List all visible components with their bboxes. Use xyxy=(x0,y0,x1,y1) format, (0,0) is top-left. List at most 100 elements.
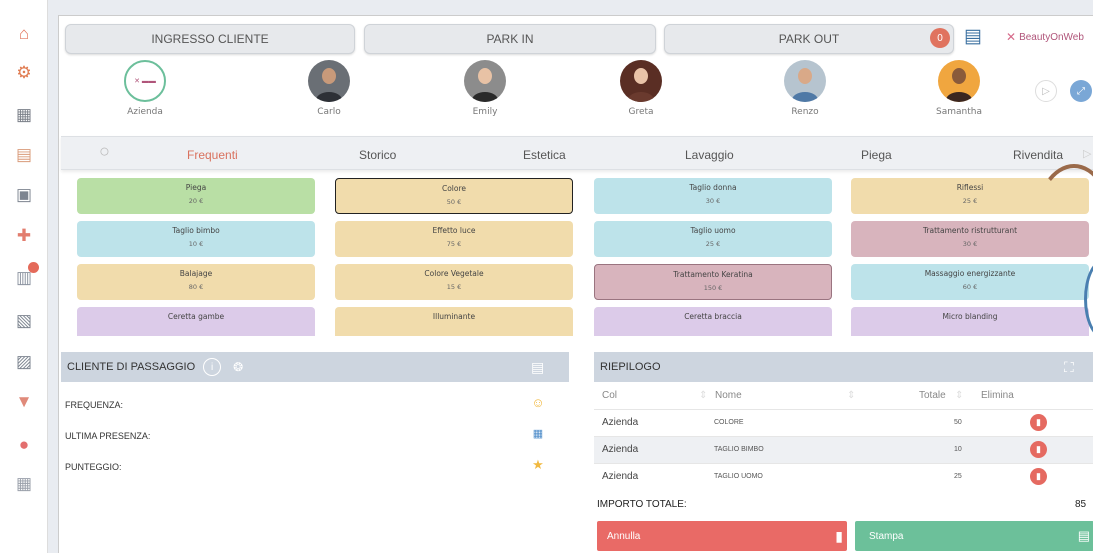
support-icon[interactable]: ❂ xyxy=(233,360,243,374)
clipboard-icon[interactable]: ▤ xyxy=(531,359,544,376)
service-tile[interactable]: Taglio uomo 25 € xyxy=(594,221,832,257)
cliente-panel-header: CLIENTE DI PASSAGGIO i ❂ ▤ xyxy=(61,352,569,382)
staff-next-button[interactable]: ▷ xyxy=(1035,80,1057,102)
tab-lavaggio[interactable]: Lavaggio xyxy=(685,148,734,162)
main-panel: INGRESSO CLIENTE PARK IN PARK OUT 0 ▤ ✕ B… xyxy=(58,15,1093,553)
tab-estetica[interactable]: Estetica xyxy=(523,148,566,162)
cash-register-icon[interactable]: ▤ xyxy=(961,25,985,49)
stampa-button[interactable]: Stampa ▤ xyxy=(855,521,1093,551)
avatar: ✕ ▬▬ xyxy=(124,60,166,102)
ultima-presenza-label: ULTIMA PRESENZA: xyxy=(65,431,151,441)
star-icon: ★ xyxy=(532,457,544,472)
tab-rivendita[interactable]: Rivendita xyxy=(1013,148,1063,162)
settings-icon[interactable]: ⚙ xyxy=(12,61,36,85)
park-in-button[interactable]: PARK IN xyxy=(364,24,656,54)
staff-carlo[interactable]: Carlo xyxy=(289,60,369,117)
service-name: Piega xyxy=(185,183,207,192)
delete-icon[interactable]: ▮ xyxy=(1030,468,1047,485)
cash-register-icon[interactable]: ▣ xyxy=(12,183,36,207)
service-tile[interactable]: Taglio bimbo 10 € xyxy=(77,221,315,257)
notifications-icon[interactable]: ▥ xyxy=(12,262,39,290)
campaign-icon[interactable]: ▼ xyxy=(12,390,36,414)
service-name: Riflessi xyxy=(956,183,984,192)
service-name: Micro blanding xyxy=(942,312,998,321)
sort-icon[interactable]: ⇕ xyxy=(955,390,963,401)
staff-azienda[interactable]: ✕ ▬▬ Azienda xyxy=(105,60,185,117)
trash-icon: ▮ xyxy=(835,527,843,544)
service-tile[interactable]: Trattamento Keratina 150 € xyxy=(594,264,832,300)
service-name: Taglio bimbo xyxy=(172,226,220,235)
delete-icon[interactable]: ▮ xyxy=(1030,414,1047,431)
service-tile[interactable]: Taglio donna 30 € xyxy=(594,178,832,214)
service-name: Colore xyxy=(441,184,467,193)
sidebar: ⌂ ⚙ ▦ ▤ ▣ ✚ ▥ ▧ ▨ ▼ ● ▦ xyxy=(0,0,48,553)
service-name: Colore Vegetale xyxy=(424,269,484,278)
tabs-next-icon[interactable]: ▷ xyxy=(1083,147,1091,160)
statistics-icon[interactable]: ▨ xyxy=(12,350,36,374)
calendar-icon[interactable]: ▦ xyxy=(12,103,36,127)
service-price: 60 € xyxy=(962,283,978,291)
service-tile[interactable]: Illuminante xyxy=(335,307,573,336)
avatar xyxy=(620,60,662,102)
elimina-header[interactable]: Elimina xyxy=(981,390,1014,401)
service-tile[interactable]: Micro blanding xyxy=(851,307,1089,336)
service-tile[interactable]: Colore Vegetale 15 € xyxy=(335,264,573,300)
service-tile[interactable]: Piega 20 € xyxy=(77,178,315,214)
riepilogo-panel-header: RIEPILOGO ⛶ xyxy=(594,352,1093,382)
tab-piega[interactable]: Piega xyxy=(861,148,892,162)
gift-icon[interactable]: ✚ xyxy=(12,224,36,248)
staff-samantha[interactable]: Samantha xyxy=(919,60,999,117)
chat-icon[interactable]: ● xyxy=(12,433,36,457)
service-tile[interactable]: Ceretta gambe xyxy=(77,307,315,336)
annulla-button[interactable]: Annulla ▮ xyxy=(597,521,847,551)
importo-totale-value: 85 xyxy=(1075,499,1087,510)
service-name: Ceretta braccia xyxy=(684,312,742,321)
staff-greta[interactable]: Greta xyxy=(601,60,681,117)
app-window: ⌂ ⚙ ▦ ▤ ▣ ✚ ▥ ▧ ▨ ▼ ● ▦ INGRESSO CLIENTE… xyxy=(0,0,1093,553)
notification-count-badge[interactable]: 0 xyxy=(930,28,950,48)
service-tile[interactable]: Ceretta braccia xyxy=(594,307,832,336)
totale-header[interactable]: Totale xyxy=(919,390,946,401)
sort-icon[interactable]: ⇕ xyxy=(847,390,855,401)
reports-icon[interactable]: ▦ xyxy=(12,472,36,496)
service-price: 10 € xyxy=(188,240,204,248)
service-tile[interactable]: Colore 50 € xyxy=(335,178,573,214)
service-price: 50 € xyxy=(446,198,462,206)
printer-icon: ▤ xyxy=(1077,528,1090,543)
smile-icon: ☺ xyxy=(531,395,545,410)
tab-storico[interactable]: Storico xyxy=(359,148,396,162)
service-price: 75 € xyxy=(446,240,462,248)
search-icon[interactable]: ○ xyxy=(99,141,110,162)
service-name: Illuminante xyxy=(432,312,476,321)
service-name: Taglio uomo xyxy=(690,226,736,235)
calendar-icon: ▦ xyxy=(532,428,544,440)
service-price: 25 € xyxy=(705,240,721,248)
service-name: Balajage xyxy=(179,269,213,278)
park-out-button[interactable]: PARK OUT xyxy=(664,24,954,54)
info-icon[interactable]: i xyxy=(203,358,222,376)
ingresso-cliente-button[interactable]: INGRESSO CLIENTE xyxy=(65,24,355,54)
delete-icon[interactable]: ▮ xyxy=(1030,441,1047,458)
punteggio-label: PUNTEGGIO: xyxy=(65,462,122,472)
avatar xyxy=(938,60,980,102)
frequenza-label: FREQUENZA: xyxy=(65,400,124,410)
sort-icon[interactable]: ⇕ xyxy=(699,390,707,401)
service-tile[interactable]: Effetto luce 75 € xyxy=(335,221,573,257)
tab-frequenti[interactable]: Frequenti xyxy=(187,148,238,162)
nome-header[interactable]: Nome xyxy=(715,390,742,401)
col-header[interactable]: Col xyxy=(602,390,617,401)
staff-emily[interactable]: Emily xyxy=(445,60,525,117)
service-price: 20 € xyxy=(188,197,204,205)
fullscreen-icon[interactable]: ⛶ xyxy=(1064,359,1074,376)
shop-icon[interactable]: ▤ xyxy=(12,143,36,167)
table-row: Azienda TAGLIO UOMO 25 ▮ xyxy=(594,463,1093,490)
staff-renzo[interactable]: Renzo xyxy=(765,60,845,117)
expand-icon[interactable]: ⤢ xyxy=(1070,80,1092,102)
service-price: 150 € xyxy=(703,284,723,292)
service-price: 30 € xyxy=(705,197,721,205)
home-icon[interactable]: ⌂ xyxy=(12,22,36,46)
service-price: 15 € xyxy=(446,283,462,291)
warehouse-icon[interactable]: ▧ xyxy=(12,309,36,333)
service-name: Trattamento ristrutturant xyxy=(922,226,1018,235)
service-tile[interactable]: Balajage 80 € xyxy=(77,264,315,300)
